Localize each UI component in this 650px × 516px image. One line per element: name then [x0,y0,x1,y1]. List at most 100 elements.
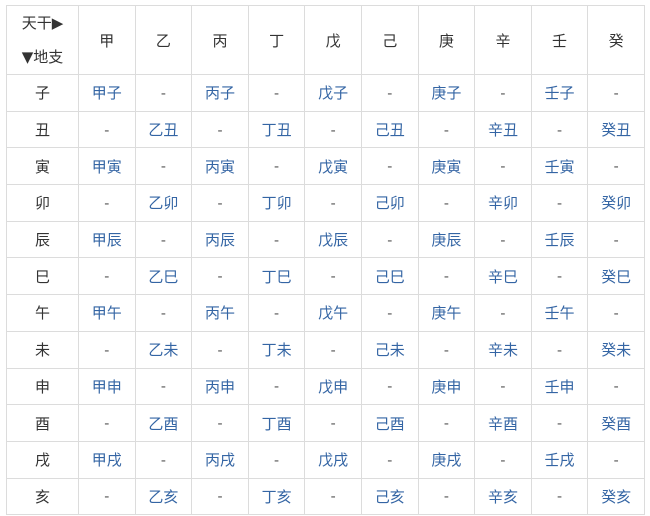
ganzhi-link[interactable]: 丁丑 [247,110,306,149]
ganzhi-link[interactable]: 癸卯 [587,184,645,222]
ganzhi-link[interactable]: 庚辰 [417,220,476,259]
ganzhi-link[interactable]: 癸丑 [587,110,645,149]
branch-label: 子 [6,74,79,112]
ganzhi-link[interactable]: 丙辰 [191,220,249,259]
empty-cell: - [247,440,306,479]
stem-header: 己 [360,5,419,75]
ganzhi-link[interactable]: 甲戌 [78,440,136,479]
ganzhi-link[interactable]: 乙丑 [134,110,193,149]
empty-cell: - [247,367,306,406]
ganzhi-link[interactable]: 戊子 [304,74,362,112]
ganzhi-link[interactable]: 己未 [360,330,419,369]
ganzhi-link[interactable]: 己酉 [360,404,419,442]
ganzhi-link[interactable]: 壬戌 [530,440,589,479]
ganzhi-link[interactable]: 甲子 [78,74,136,112]
ganzhi-link[interactable]: 己亥 [360,477,419,516]
ganzhi-link[interactable]: 乙巳 [134,257,193,296]
empty-cell: - [78,257,136,296]
empty-cell: - [587,367,645,406]
ganzhi-link[interactable]: 戊寅 [304,147,362,186]
ganzhi-link[interactable]: 辛卯 [474,184,532,222]
empty-cell: - [417,477,476,516]
ganzhi-link[interactable]: 庚午 [417,294,476,332]
empty-cell: - [78,330,136,369]
ganzhi-link[interactable]: 甲寅 [78,147,136,186]
ganzhi-link[interactable]: 丁酉 [247,404,306,442]
empty-cell: - [360,294,419,332]
empty-cell: - [587,74,645,112]
ganzhi-link[interactable]: 辛亥 [474,477,532,516]
ganzhi-link[interactable]: 庚申 [417,367,476,406]
empty-cell: - [530,257,589,296]
ganzhi-link[interactable]: 壬寅 [530,147,589,186]
ganzhi-link[interactable]: 乙未 [134,330,193,369]
empty-cell: - [134,220,193,259]
ganzhi-link[interactable]: 戊申 [304,367,362,406]
table-row: 戌甲戌 - 丙戌 - 戊戌 - 庚戌 - 壬戌 - [6,440,645,479]
empty-cell: - [191,477,249,516]
empty-cell: - [304,330,362,369]
empty-cell: - [360,440,419,479]
ganzhi-link[interactable]: 戊辰 [304,220,362,259]
ganzhi-link[interactable]: 己丑 [360,110,419,149]
ganzhi-link[interactable]: 丙戌 [191,440,249,479]
ganzhi-link[interactable]: 戊午 [304,294,362,332]
branch-label: 午 [6,294,79,332]
ganzhi-link[interactable]: 庚戌 [417,440,476,479]
empty-cell: - [360,220,419,259]
empty-cell: - [417,404,476,442]
empty-cell: - [530,404,589,442]
ganzhi-link[interactable]: 丙子 [191,74,249,112]
empty-cell: - [360,147,419,186]
ganzhi-link[interactable]: 己巳 [360,257,419,296]
ganzhi-link[interactable]: 癸巳 [587,257,645,296]
table-row: 卯 - 乙卯 - 丁卯 - 己卯 - 辛卯 - 癸卯 [6,184,645,222]
table-row: 未 - 乙未 - 丁未 - 己未 - 辛未 - 癸未 [6,330,645,369]
empty-cell: - [134,367,193,406]
stem-header: 辛 [474,5,532,75]
ganzhi-link[interactable]: 辛未 [474,330,532,369]
ganzhi-link[interactable]: 壬子 [530,74,589,112]
ganzhi-link[interactable]: 乙亥 [134,477,193,516]
ganzhi-link[interactable]: 甲申 [78,367,136,406]
branches-axis-label: ▼地支 [21,48,64,66]
empty-cell: - [530,184,589,222]
branch-label: 亥 [6,477,79,516]
empty-cell: - [417,184,476,222]
empty-cell: - [587,220,645,259]
ganzhi-link[interactable]: 癸酉 [587,404,645,442]
stem-header: 丙 [191,5,249,75]
ganzhi-link[interactable]: 辛丑 [474,110,532,149]
ganzhi-link[interactable]: 癸未 [587,330,645,369]
ganzhi-link[interactable]: 甲午 [78,294,136,332]
ganzhi-link[interactable]: 丙寅 [191,147,249,186]
empty-cell: - [78,404,136,442]
ganzhi-link[interactable]: 己卯 [360,184,419,222]
ganzhi-link[interactable]: 壬午 [530,294,589,332]
ganzhi-link[interactable]: 乙卯 [134,184,193,222]
ganzhi-link[interactable]: 丁巳 [247,257,306,296]
ganzhi-link[interactable]: 乙酉 [134,404,193,442]
ganzhi-link[interactable]: 丙申 [191,367,249,406]
empty-cell: - [78,110,136,149]
ganzhi-link[interactable]: 丁卯 [247,184,306,222]
ganzhi-link[interactable]: 壬申 [530,367,589,406]
ganzhi-link[interactable]: 庚子 [417,74,476,112]
empty-cell: - [587,147,645,186]
ganzhi-link[interactable]: 甲辰 [78,220,136,259]
ganzhi-link[interactable]: 庚寅 [417,147,476,186]
empty-cell: - [474,440,532,479]
ganzhi-link[interactable]: 丁亥 [247,477,306,516]
ganzhi-link[interactable]: 辛巳 [474,257,532,296]
branch-label: 戌 [6,440,79,479]
ganzhi-link[interactable]: 辛酉 [474,404,532,442]
empty-cell: - [191,257,249,296]
ganzhi-link[interactable]: 癸亥 [587,477,645,516]
empty-cell: - [134,147,193,186]
ganzhi-link[interactable]: 戊戌 [304,440,362,479]
stem-header: 壬 [530,5,589,75]
ganzhi-link[interactable]: 丁未 [247,330,306,369]
ganzhi-link[interactable]: 丙午 [191,294,249,332]
ganzhi-link[interactable]: 壬辰 [530,220,589,259]
table-row: 辰甲辰 - 丙辰 - 戊辰 - 庚辰 - 壬辰 - [6,220,645,259]
